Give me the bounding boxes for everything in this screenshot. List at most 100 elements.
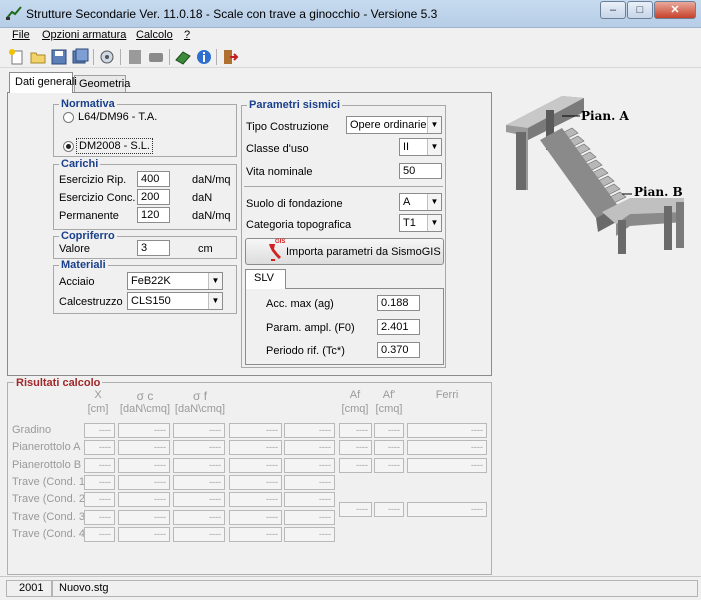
- importa-sismogis-button[interactable]: GIS Importa parametri da SismoGIS: [245, 238, 444, 265]
- result-cell: ----: [374, 458, 404, 473]
- maximize-button[interactable]: □: [627, 1, 653, 19]
- new-file-icon[interactable]: [8, 48, 26, 66]
- result-cell: ----: [374, 440, 404, 455]
- menu-help[interactable]: ?: [184, 29, 190, 41]
- chevron-down-icon: ▼: [427, 139, 441, 155]
- esercizio-rip-label: Esercizio Rip.: [59, 174, 127, 186]
- result-row-label: Pianerottolo B: [12, 459, 82, 471]
- col-af1-header: Af': [382, 389, 396, 401]
- radio-l64-label[interactable]: L64/DM96 - T.A.: [78, 111, 157, 123]
- acc-max-input[interactable]: 0.188: [377, 295, 420, 311]
- sismici-title: Parametri sismici: [247, 99, 343, 111]
- menu-calcolo[interactable]: Calcolo: [136, 29, 173, 41]
- menu-opzioni-armatura[interactable]: Opzioni armatura: [42, 29, 126, 41]
- result-cell: ----: [229, 475, 282, 490]
- minimize-button[interactable]: –: [600, 1, 626, 19]
- acciaio-value: FeB22K: [131, 275, 171, 287]
- esercizio-conc-input[interactable]: 200: [137, 189, 170, 205]
- result-cell: ----: [118, 440, 170, 455]
- save-as-icon[interactable]: [71, 48, 89, 66]
- result-row-label: Trave (Cond. 3): [12, 511, 89, 523]
- book-icon[interactable]: [174, 48, 192, 66]
- report-icon[interactable]: [126, 48, 144, 66]
- param-ampl-input[interactable]: 2.401: [377, 319, 420, 335]
- periodo-rif-input[interactable]: 0.370: [377, 342, 420, 358]
- esercizio-conc-unit: daN: [192, 192, 213, 204]
- permanente-unit: daN/mq: [192, 210, 231, 222]
- vita-nominale-label: Vita nominale: [246, 166, 313, 178]
- chevron-down-icon: ▼: [208, 273, 222, 289]
- col-af1-unit: [cmq]: [375, 403, 403, 415]
- result-cell: ----: [284, 475, 335, 490]
- save-icon[interactable]: [50, 48, 68, 66]
- suolo-fondazione-select[interactable]: A ▼: [399, 193, 442, 211]
- info-icon[interactable]: [195, 48, 213, 66]
- tab-geometria[interactable]: Geometria: [74, 75, 130, 93]
- permanente-input[interactable]: 120: [137, 207, 170, 223]
- print-icon[interactable]: [147, 48, 165, 66]
- copriferro-label: Valore: [59, 243, 90, 255]
- close-button[interactable]: ✕: [654, 1, 696, 19]
- result-cell: ----: [173, 423, 225, 438]
- open-folder-icon[interactable]: [29, 48, 47, 66]
- classe-uso-label: Classe d'uso: [246, 143, 309, 155]
- result-cell: ----: [407, 440, 487, 455]
- status-filename: Nuovo.stg: [52, 580, 698, 597]
- result-cell: ----: [84, 458, 115, 473]
- esercizio-rip-unit: daN/mq: [192, 174, 231, 186]
- result-cell: ----: [84, 423, 115, 438]
- result-cell: ----: [229, 492, 282, 507]
- acc-max-label: Acc. max (ag): [266, 298, 334, 310]
- radio-dm2008-label[interactable]: DM2008 - S.L.: [76, 138, 153, 154]
- calcestruzzo-value: CLS150: [131, 295, 171, 307]
- classe-uso-select[interactable]: II ▼: [399, 138, 442, 156]
- result-cell: ----: [229, 440, 282, 455]
- suolo-fondazione-value: A: [403, 196, 411, 208]
- tab-slv[interactable]: SLV: [245, 269, 286, 289]
- result-cell: ----: [284, 440, 335, 455]
- toolbar-separator: [216, 49, 217, 65]
- result-cell: ----: [118, 527, 170, 542]
- result-cell: ----: [173, 440, 225, 455]
- menu-bar: File Opzioni armatura Calcolo ?: [0, 28, 701, 46]
- exit-icon[interactable]: [221, 48, 239, 66]
- result-cell: ----: [229, 510, 282, 525]
- esercizio-rip-input[interactable]: 400: [137, 171, 170, 187]
- tipo-costruzione-select[interactable]: Opere ordinarie ▼: [346, 116, 442, 134]
- categoria-topografica-select[interactable]: T1 ▼: [399, 214, 442, 232]
- result-cell: ----: [118, 510, 170, 525]
- vita-nominale-input[interactable]: 50: [399, 163, 442, 179]
- materiali-title: Materiali: [59, 259, 108, 271]
- radio-l64[interactable]: [63, 112, 74, 123]
- result-cell: ----: [173, 492, 225, 507]
- chevron-down-icon: ▼: [427, 194, 441, 210]
- toolbar: [0, 46, 701, 68]
- copriferro-title: Copriferro: [59, 230, 117, 242]
- col-af-header: Af: [349, 389, 361, 401]
- param-ampl-label: Param. ampl. (F0): [266, 322, 355, 334]
- result-cell: ----: [407, 423, 487, 438]
- col-sigma-f-unit: [daN\cmq]: [174, 403, 226, 415]
- gis-badge: GIS: [275, 239, 286, 245]
- copriferro-unit: cm: [198, 243, 213, 255]
- result-cell: ----: [339, 423, 372, 438]
- calculate-icon[interactable]: [98, 48, 116, 66]
- col-x-unit: [cm]: [87, 403, 109, 415]
- col-sigma-f-header: σ f: [192, 389, 208, 403]
- col-sigma-c-header: σ c: [136, 389, 154, 403]
- radio-dm2008[interactable]: [63, 141, 74, 152]
- title-bar: Strutture Secondarie Ver. 11.0.18 - Scal…: [0, 0, 701, 28]
- tipo-costruzione-label: Tipo Costruzione: [246, 121, 329, 133]
- copriferro-input[interactable]: 3: [137, 240, 170, 256]
- result-row-label: Gradino: [12, 424, 52, 436]
- chevron-down-icon: ▼: [427, 117, 441, 133]
- col-sigma-c-unit: [daN\cmq]: [119, 403, 171, 415]
- acciaio-select[interactable]: FeB22K ▼: [127, 272, 223, 290]
- calcestruzzo-select[interactable]: CLS150 ▼: [127, 292, 223, 310]
- tab-dati-generali[interactable]: Dati generali: [9, 72, 77, 93]
- result-cell: ----: [173, 458, 225, 473]
- categoria-topografica-label: Categoria topografica: [246, 219, 352, 231]
- menu-file[interactable]: File: [12, 29, 30, 41]
- result-cell: ----: [407, 458, 487, 473]
- result-row-label: Trave (Cond. 1): [12, 476, 89, 488]
